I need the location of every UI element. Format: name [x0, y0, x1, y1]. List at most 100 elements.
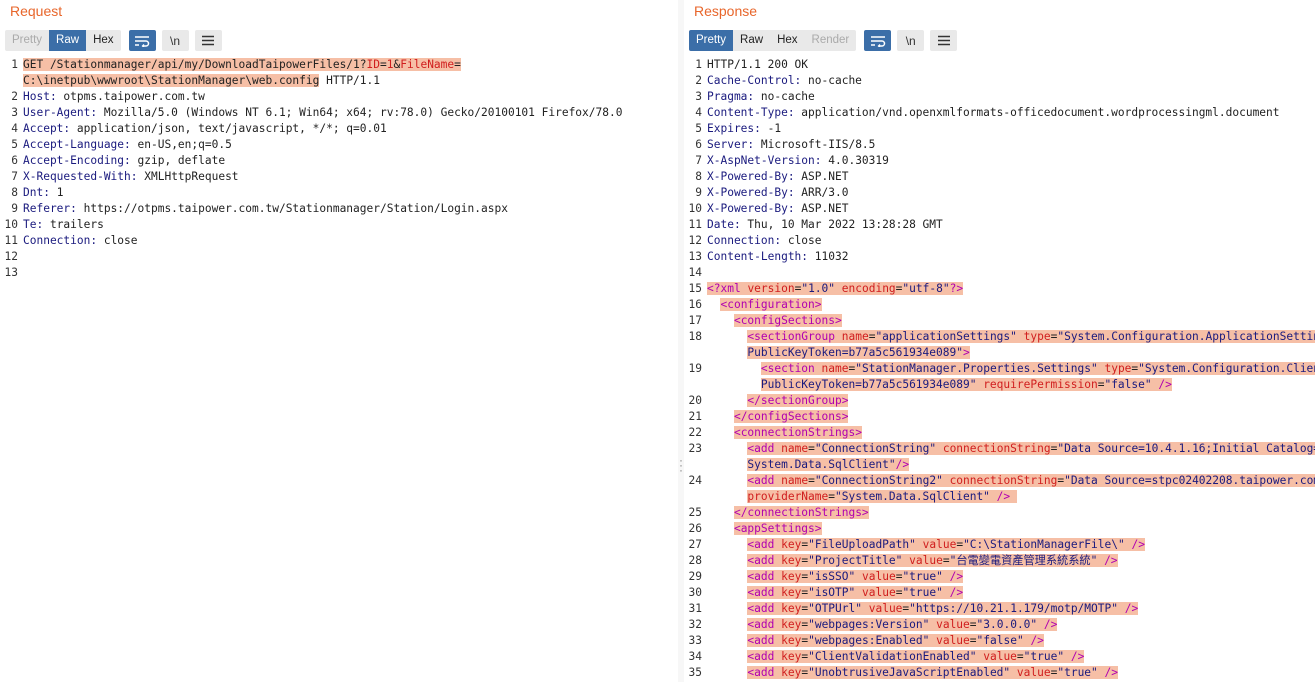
line-text: Te: trailers [23, 218, 104, 231]
wrap-lines-button[interactable] [864, 30, 892, 51]
line-text: <add key="ClientValidationEnabled" value… [747, 650, 1085, 663]
line-number: 21 [688, 410, 702, 423]
code-line: 35 <add key="UnobtrusiveJavaScriptEnable… [684, 665, 1315, 681]
line-number: 13 [688, 250, 702, 263]
line-number: 2 [695, 74, 702, 87]
code-line: 15 <?xml version="1.0" encoding="utf-8"?> [684, 281, 1315, 297]
code-line: 1 HTTP/1.1 200 OK [684, 57, 1315, 73]
response-menu-button[interactable] [930, 30, 958, 51]
line-number: 3 [695, 90, 702, 103]
code-line: 17 <configSections> [684, 313, 1315, 329]
code-line: 33 <add key="webpages:Enabled" value="fa… [684, 633, 1315, 649]
line-text: X-Powered-By: ASP.NET [707, 202, 849, 215]
line-number: 35 [688, 666, 702, 679]
request-menu-button[interactable] [194, 30, 222, 51]
show-newlines-button[interactable]: \n [897, 30, 925, 51]
request-tab-pretty[interactable]: Pretty [5, 30, 49, 51]
line-number: 26 [688, 522, 702, 535]
code-line: 10 Te: trailers [0, 217, 678, 233]
code-line: 5 Accept-Language: en-US,en;q=0.5 [0, 137, 678, 153]
code-line: 7 X-Requested-With: XMLHttpRequest [0, 169, 678, 185]
response-title: Response [694, 3, 758, 19]
response-tab-hex[interactable]: Hex [770, 30, 804, 51]
line-text: <appSettings> [733, 522, 822, 535]
line-number: 30 [688, 586, 702, 599]
newline-icon: \n [170, 33, 181, 48]
code-line: 23 <add name="ConnectionString" connecti… [684, 441, 1315, 457]
code-line: 13 Content-Length: 11032 [684, 249, 1315, 265]
response-tab-raw[interactable]: Raw [733, 30, 770, 51]
line-number: 17 [688, 314, 702, 327]
code-line: 1 GET /Stationmanager/api/my/DownloadTaip… [0, 57, 678, 73]
code-line: 32 <add key="webpages:Version" value="3.… [684, 617, 1315, 633]
line-text [707, 265, 1315, 281]
line-number: 3 [11, 106, 18, 119]
line-number: 10 [4, 218, 18, 231]
hamburger-icon [202, 35, 215, 46]
code-line: 24 <add name="ConnectionString2" connect… [684, 473, 1315, 489]
code-line: 3 User-Agent: Mozilla/5.0 (Windows NT 6.1… [0, 105, 678, 121]
line-number: 27 [688, 538, 702, 551]
line-text: Host: otpms.taipower.com.tw [23, 90, 205, 103]
line-text [23, 249, 678, 265]
line-number: 7 [11, 170, 18, 183]
line-text: <?xml version="1.0" encoding="utf-8"?> [707, 282, 964, 295]
line-number: 22 [688, 426, 702, 439]
line-text: <add key="isSSO" value="true" /> [747, 570, 964, 583]
code-line: 19 <section name="StationManager.Propert… [684, 361, 1315, 377]
line-text: PublicKeyToken=b77a5c561934e089"> [747, 346, 970, 359]
line-text: Accept-Encoding: gzip, deflate [23, 154, 226, 167]
line-number: 4 [695, 106, 702, 119]
code-line: 9 Referer: https://otpms.taipower.com.tw/… [0, 201, 678, 217]
code-line: 13 [0, 265, 678, 281]
line-text: <configSections> [733, 314, 842, 327]
request-tab-raw[interactable]: Raw [49, 30, 87, 51]
line-number: 6 [695, 138, 702, 151]
code-line: 31 <add key="OTPUrl" value="https://10.2… [684, 601, 1315, 617]
line-text: <add key="isOTP" value="true" /> [747, 586, 964, 599]
line-number [684, 489, 707, 505]
code-line: C:\inetpub\wwwroot\StationManager\web.co… [0, 73, 678, 89]
request-editor[interactable]: 1 GET /Stationmanager/api/my/DownloadTaip… [0, 57, 678, 682]
line-text: System.Data.SqlClient"/> [747, 458, 910, 471]
code-line: 28 <add key="ProjectTitle" value="台電變電資產… [684, 553, 1315, 569]
line-number: 10 [688, 202, 702, 215]
request-tab-hex[interactable]: Hex [86, 30, 120, 51]
code-line: 8 X-Powered-By: ASP.NET [684, 169, 1315, 185]
code-line: 11 Connection: close [0, 233, 678, 249]
wrap-lines-button[interactable] [128, 30, 156, 51]
line-text: <add key="webpages:Version" value="3.0.0… [747, 618, 1058, 631]
line-number: 11 [688, 218, 702, 231]
line-number: 8 [11, 186, 18, 199]
line-number: 6 [11, 154, 18, 167]
line-number: 8 [695, 170, 702, 183]
code-line: 2 Cache-Control: no-cache [684, 73, 1315, 89]
line-text: <add key="ProjectTitle" value="台電變電資產管理系… [747, 554, 1118, 567]
code-line: 29 <add key="isSSO" value="true" /> [684, 569, 1315, 585]
line-text: providerName="System.Data.SqlClient" /> [707, 489, 1315, 505]
newline-icon: \n [905, 33, 916, 48]
line-text: HTTP/1.1 200 OK [707, 58, 809, 71]
line-number: 2 [11, 90, 18, 103]
response-editor[interactable]: 1 HTTP/1.1 200 OK 2 Cache-Control: no-cache… [684, 57, 1315, 682]
show-newlines-button[interactable]: \n [161, 30, 189, 51]
line-text: <add name="ConnectionString" connectionS… [707, 441, 1315, 457]
line-number: 4 [11, 122, 18, 135]
code-line: System.Data.SqlClient"/> [684, 457, 1315, 473]
code-line: 2 Host: otpms.taipower.com.tw [0, 89, 678, 105]
line-text: <add name="ConnectionString2" connection… [707, 473, 1315, 489]
line-number: 34 [688, 650, 702, 663]
code-line: 25 </connectionStrings> [684, 505, 1315, 521]
response-tab-pretty[interactable]: Pretty [689, 30, 734, 51]
divider-grip-icon[interactable]: · · · [679, 454, 683, 476]
line-number [0, 73, 23, 89]
code-line: providerName="System.Data.SqlClient" /> [684, 489, 1315, 505]
code-line: 26 <appSettings> [684, 521, 1315, 537]
response-tab-render[interactable]: Render [805, 30, 857, 51]
request-toolbar: Pretty Raw Hex \n [5, 30, 228, 51]
line-text: Accept: application/json, text/javascrip… [23, 122, 387, 135]
response-pane: Response Pretty Raw Hex Render \n 1 HTTP/1.1… [684, 0, 1315, 682]
line-text: X-Powered-By: ARR/3.0 [707, 186, 849, 199]
line-text: <section name="StationManager.Properties… [707, 361, 1315, 377]
line-text: Server: Microsoft-IIS/8.5 [707, 138, 876, 151]
